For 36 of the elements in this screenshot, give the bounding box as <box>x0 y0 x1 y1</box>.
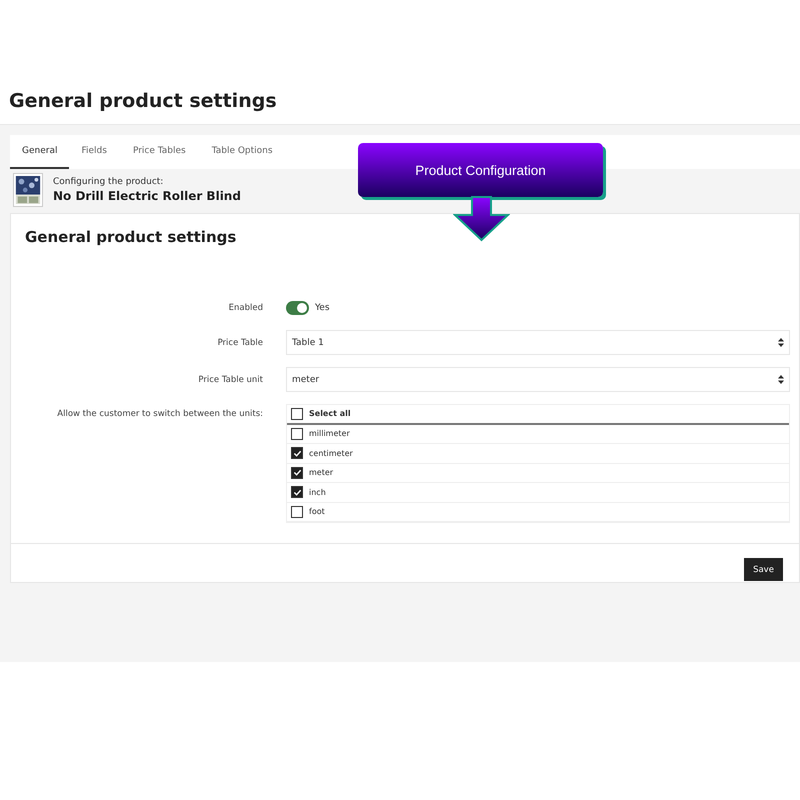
card-title: General product settings <box>25 228 236 246</box>
unit-label: centimeter <box>309 448 353 458</box>
check-icon <box>292 488 302 497</box>
sort-icon <box>778 338 784 347</box>
select-field[interactable]: Table 1 <box>286 330 790 355</box>
unit-label: meter <box>309 468 334 478</box>
callout-banner: Product Configuration <box>358 143 603 197</box>
field-label: Enabled <box>228 303 263 313</box>
tab[interactable]: Fields <box>69 135 119 169</box>
field-label: Allow the customer to switch between the units: <box>56 408 263 419</box>
select-field[interactable]: meter <box>286 367 790 392</box>
unit-label: foot <box>309 507 325 516</box>
page-title: General product settings <box>8 89 278 114</box>
select-all-label: Select all <box>309 409 351 418</box>
tab[interactable]: Table Options <box>200 135 285 169</box>
field-label: Price Table unit <box>197 374 263 384</box>
checkbox[interactable] <box>291 447 303 460</box>
sort-icon <box>778 375 784 384</box>
checkbox[interactable] <box>291 408 303 420</box>
save-button[interactable]: Save <box>744 558 783 581</box>
field-label: Price Table <box>216 338 263 348</box>
unit-label: inch <box>309 488 326 497</box>
check-icon <box>292 448 302 458</box>
down-arrow-icon <box>453 196 510 242</box>
unit-label: millimeter <box>309 429 350 438</box>
product-name: No Drill Electric Roller Blind <box>53 189 241 203</box>
checkbox[interactable] <box>291 466 303 479</box>
toggle-switch[interactable] <box>286 301 309 315</box>
checkbox[interactable] <box>291 486 303 498</box>
checkbox[interactable] <box>291 506 303 518</box>
product-caption: Configuring the product: <box>53 177 164 187</box>
toggle-label: Yes <box>315 303 330 313</box>
check-icon <box>292 468 302 478</box>
tab[interactable]: Price Tables <box>120 135 198 169</box>
checkbox[interactable] <box>291 428 303 440</box>
tab[interactable]: General <box>10 135 70 169</box>
